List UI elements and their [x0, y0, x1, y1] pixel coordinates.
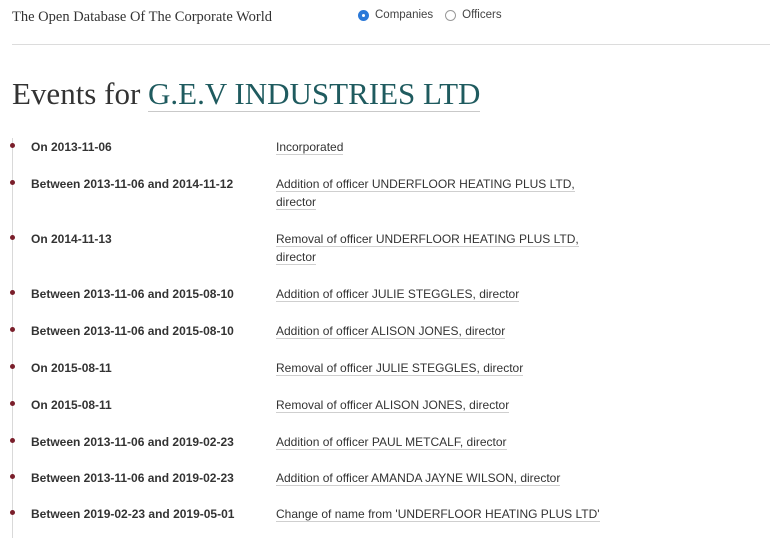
timeline-dot-icon	[10, 327, 15, 332]
timeline-dot-icon	[10, 364, 15, 369]
search-type-selector: Companies Officers	[358, 9, 514, 21]
event-description: Removal of officer JULIE STEGGLES, direc…	[276, 359, 586, 377]
page-title-prefix: Events for	[12, 76, 141, 111]
event-date: Between 2019-02-23 and 2019-05-01	[31, 507, 235, 521]
event-description-link[interactable]: Removal of officer UNDERFLOOR HEATING PL…	[276, 232, 579, 265]
timeline-dot-icon	[10, 510, 15, 515]
event-description: Addition of officer UNDERFLOOR HEATING P…	[276, 175, 586, 211]
event-description-link[interactable]: Addition of officer AMANDA JAYNE WILSON,…	[276, 471, 561, 486]
event-description: Addition of officer PAUL METCALF, direct…	[276, 433, 586, 451]
event-date: On 2015-08-11	[31, 398, 112, 412]
companies-radio-label: Companies	[375, 9, 434, 21]
event-description: Removal of officer UNDERFLOOR HEATING PL…	[276, 230, 586, 266]
page-title: Events for G.E.V INDUSTRIES LTD	[12, 76, 481, 112]
event-date: Between 2013-11-06 and 2015-08-10	[31, 287, 234, 301]
event-date: On 2014-11-13	[31, 232, 112, 246]
timeline-dot-icon	[10, 438, 15, 443]
company-name-link[interactable]: G.E.V INDUSTRIES LTD	[148, 76, 481, 112]
event-description: Change of name from 'UNDERFLOOR HEATING …	[276, 505, 756, 523]
officers-radio-button[interactable]	[445, 9, 457, 21]
event-description-link[interactable]: Addition of officer PAUL METCALF, direct…	[276, 435, 507, 450]
companies-radio-button[interactable]	[358, 9, 369, 21]
timeline-dot-icon	[10, 474, 15, 479]
event-date: Between 2013-11-06 and 2019-02-23	[31, 471, 234, 485]
event-date: Between 2013-11-06 and 2019-02-23	[31, 435, 234, 449]
event-description-link[interactable]: Change of name from 'UNDERFLOOR HEATING …	[276, 507, 600, 522]
event-description-link[interactable]: Addition of officer JULIE STEGGLES, dire…	[276, 287, 520, 302]
timeline-dot-icon	[10, 143, 15, 148]
timeline-dot-icon	[10, 180, 15, 185]
event-description: Addition of officer AMANDA JAYNE WILSON,…	[276, 469, 586, 487]
event-date: On 2015-08-11	[31, 361, 112, 375]
event-description-link[interactable]: Removal of officer ALISON JONES, directo…	[276, 398, 510, 413]
event-description: Incorporated	[276, 138, 586, 156]
header-divider	[12, 44, 770, 45]
event-date: Between 2013-11-06 and 2015-08-10	[31, 324, 234, 338]
officers-radio-option[interactable]: Officers	[445, 9, 502, 21]
event-description-link[interactable]: Addition of officer UNDERFLOOR HEATING P…	[276, 177, 575, 210]
site-tagline: The Open Database Of The Corporate World	[12, 9, 273, 25]
timeline-dot-icon	[10, 401, 15, 406]
event-description: Addition of officer JULIE STEGGLES, dire…	[276, 285, 586, 303]
event-description-link[interactable]: Incorporated	[276, 140, 344, 155]
event-description-link[interactable]: Removal of officer JULIE STEGGLES, direc…	[276, 361, 524, 376]
event-date: On 2013-11-06	[31, 140, 112, 154]
event-description-link[interactable]: Addition of officer ALISON JONES, direct…	[276, 324, 506, 339]
event-date: Between 2013-11-06 and 2014-11-12	[31, 177, 234, 191]
companies-radio-option[interactable]: Companies	[358, 9, 433, 21]
timeline-dot-icon	[10, 235, 15, 240]
event-description: Addition of officer ALISON JONES, direct…	[276, 322, 586, 340]
officers-radio-label: Officers	[462, 9, 502, 21]
timeline-dot-icon	[10, 290, 15, 295]
event-description: Removal of officer ALISON JONES, directo…	[276, 396, 586, 414]
